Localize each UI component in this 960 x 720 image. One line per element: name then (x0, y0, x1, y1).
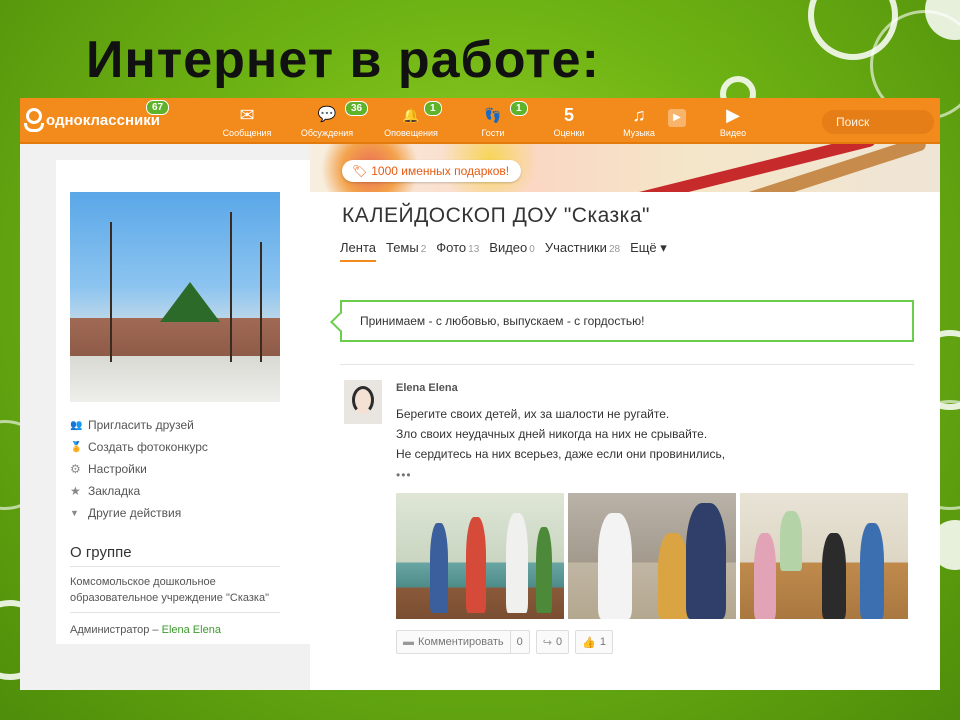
slide-title: Интернет в работе: (86, 31, 600, 89)
share-button[interactable]: ↪ 0 (535, 630, 570, 654)
tree-image (110, 222, 112, 362)
about-group-text: Комсомольское дошкольное образовательное… (70, 576, 269, 604)
divider (70, 612, 280, 613)
child-figure (860, 523, 884, 619)
ok-logo-icon (24, 108, 44, 132)
create-photo-contest-link[interactable]: 🏅 Создать фотоконкурс (70, 436, 208, 458)
other-actions-link[interactable]: ▼ Другие действия (70, 502, 208, 524)
about-group-heading: О группе (70, 544, 132, 561)
tree-image (260, 242, 262, 362)
child-figure (754, 533, 776, 619)
music-play-icon[interactable]: ▶ (668, 109, 686, 127)
child-figure (506, 513, 528, 613)
tab-videos[interactable]: Видео 0 (489, 240, 535, 262)
tab-photos[interactable]: Фото 13 (436, 240, 479, 262)
site-logo[interactable]: одноклассники (24, 108, 160, 132)
post-author[interactable]: Elena Elena (396, 382, 458, 394)
post-actions: ▬ Комментировать 0 ↪ 0 👍 1 (396, 630, 619, 654)
author-avatar[interactable] (344, 380, 382, 424)
tab-topics[interactable]: Темы 2 (386, 240, 426, 262)
post-photo[interactable] (568, 493, 736, 619)
child-figure (780, 511, 802, 571)
like-count: 1 (599, 636, 606, 648)
child-figure (466, 517, 486, 613)
notifications-badge: 1 (424, 101, 442, 116)
video-camera-icon: ▶ (726, 105, 740, 125)
group-title: КАЛЕЙДОСКОП ДОУ "Сказка" (342, 204, 650, 227)
guests-badge: 1 (510, 101, 528, 116)
discussions-badge: 36 (345, 101, 369, 116)
thumbs-up-icon: 👍 (582, 636, 596, 649)
group-tabs: Лента Темы 2 Фото 13 Видео 0 Участники 28 Ещ… (340, 240, 677, 262)
share-icon: ↪ (542, 636, 552, 649)
group-motto: Принимаем - с любовью, выпускаем - с гор… (340, 300, 914, 342)
post-expand-link[interactable]: ••• (396, 468, 412, 482)
gifts-promo-button[interactable]: 🏷 1000 именных подарков! (342, 160, 522, 182)
group-admin: Администратор – Elena Elena (70, 624, 221, 636)
face-image (352, 386, 374, 414)
tree-image (160, 282, 220, 322)
admin-profile-link[interactable]: Elena Elena (162, 624, 221, 636)
child-figure (598, 513, 632, 619)
odnoklassniki-screenshot: одноклассники 67 ✉ Сообщения 💬 Обсуждени… (20, 98, 940, 690)
nav-messages[interactable]: ✉ Сообщения (212, 104, 282, 138)
top-navigation-bar: одноклассники 67 ✉ Сообщения 💬 Обсуждени… (20, 98, 940, 144)
medal-icon: 🏅 (70, 441, 83, 453)
tree-image (230, 212, 232, 362)
site-notification-badge: 67 (146, 100, 170, 115)
bookmark-link[interactable]: ★ Закладка (70, 480, 208, 502)
comment-button[interactable]: ▬ Комментировать 0 (396, 630, 530, 654)
divider (340, 364, 914, 365)
search-input[interactable] (822, 110, 934, 134)
triangle-down-icon: ▼ (70, 508, 79, 518)
post-photo[interactable] (396, 493, 564, 619)
envelope-icon: ✉ (239, 105, 255, 125)
tab-members[interactable]: Участники 28 (545, 240, 620, 262)
child-figure (430, 523, 448, 613)
tab-more[interactable]: Ещё ▾ (630, 240, 667, 262)
post-photo[interactable] (740, 493, 908, 619)
nav-music[interactable]: ♫ Музыка (604, 104, 674, 138)
child-figure (686, 503, 726, 619)
divider (70, 566, 280, 567)
gift-tag-icon: 🏷 (352, 164, 368, 178)
child-figure (658, 533, 688, 619)
star-icon: ★ (70, 484, 81, 498)
music-icon: ♫ (632, 105, 646, 125)
divider (509, 631, 511, 653)
nav-video[interactable]: ▶ Видео (698, 104, 768, 138)
like-button[interactable]: 👍 1 (575, 630, 613, 654)
site-name: одноклассники (46, 111, 160, 129)
group-avatar-photo[interactable] (70, 192, 280, 402)
comment-count: 0 (516, 636, 523, 648)
post-text: Берегите своих детей, их за шалости не р… (396, 407, 726, 461)
child-figure (536, 527, 552, 613)
tab-feed[interactable]: Лента (340, 240, 376, 262)
settings-link[interactable]: ⚙ Настройки (70, 458, 208, 480)
gear-icon: ⚙ (70, 462, 81, 476)
people-icon: 👥 (70, 419, 83, 431)
child-figure (822, 533, 846, 619)
nav-ratings[interactable]: 5 Оценки (534, 104, 604, 138)
invite-friends-link[interactable]: 👥 Пригласить друзей (70, 414, 208, 436)
share-count: 0 (555, 636, 563, 648)
ratings-icon: 5 (563, 105, 574, 125)
comment-icon: ▬ (403, 636, 414, 648)
group-actions-menu: 👥 Пригласить друзей 🏅 Создать фотоконкурс … (70, 414, 208, 524)
